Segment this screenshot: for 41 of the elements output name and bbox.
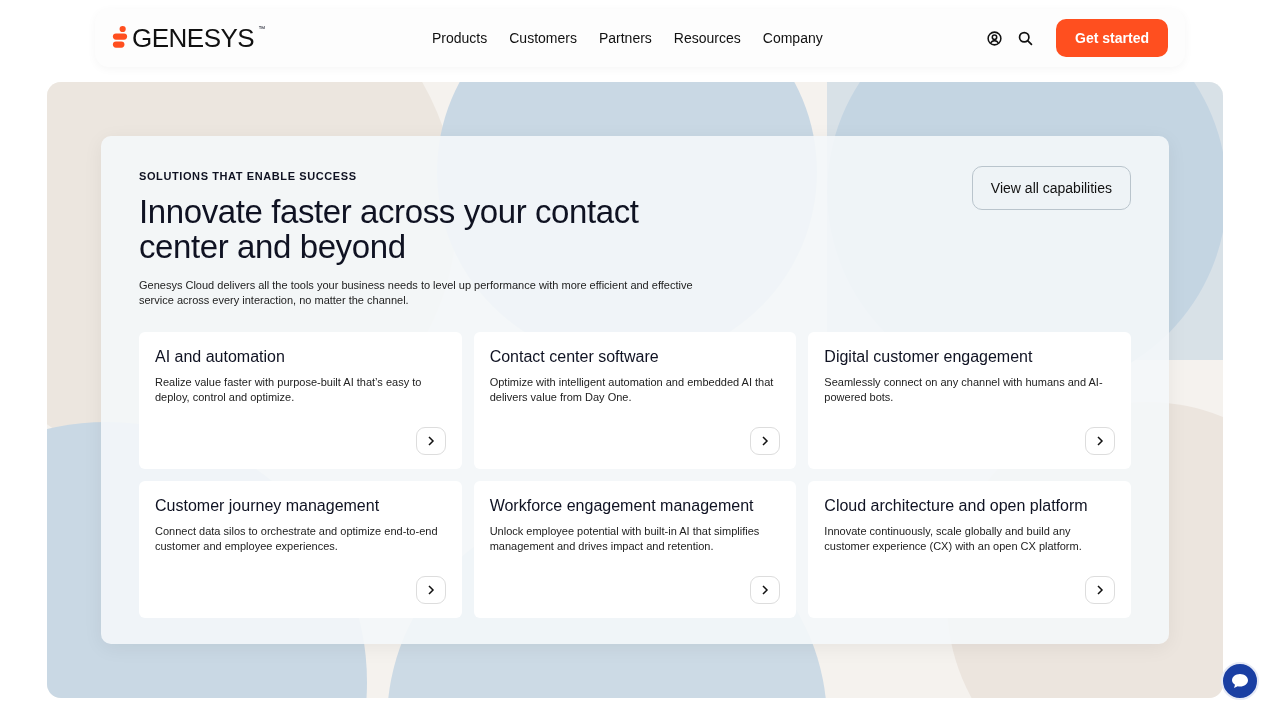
section-title: Innovate faster across your contact center and beyond <box>139 194 640 264</box>
chat-bubble-icon <box>1230 671 1250 691</box>
nav-link[interactable]: Resources <box>673 30 741 46</box>
arrow-button[interactable] <box>1085 576 1115 604</box>
chat-button[interactable] <box>1221 662 1259 700</box>
logo-icon <box>112 25 128 49</box>
card-description: Realize value faster with purpose-built AI that’s easy to deploy, control and optimize. <box>155 375 423 405</box>
card-title: Contact center software <box>489 348 660 366</box>
card-description: Seamlessly connect on any channel with humans and AI-powered bots. <box>824 375 1104 405</box>
nav-link[interactable]: Company <box>762 30 823 46</box>
arrow-button[interactable] <box>750 576 781 604</box>
arrow-button[interactable] <box>415 576 446 604</box>
solution-card[interactable]: Workforce engagement management Unlock employee potential with built-in AI that simplifies management and drives impact and retention. <box>473 481 797 618</box>
card-description: Unlock employee potential with built-in AI that simplifies management and drives impact and retention. <box>489 524 761 554</box>
solution-card[interactable]: Digital customer engagement Seamlessly connect on any channel with humans and AI-powered bots. <box>808 332 1131 469</box>
solution-card[interactable]: Customer journey management Connect data silos to orchestrate and optimize end-to-end customer and employee experiences. <box>139 481 462 618</box>
card-title: Workforce engagement management <box>489 497 755 515</box>
logo-text: GENESYS <box>132 25 255 51</box>
card-title: Digital customer engagement <box>824 348 1034 366</box>
solution-card[interactable]: AI and automation Realize value faster with purpose-built AI that’s easy to deploy, control and optimize. <box>139 332 462 469</box>
arrow-button[interactable] <box>750 427 781 455</box>
card-title: Customer journey management <box>155 497 381 515</box>
nav-link[interactable]: Partners <box>598 30 652 46</box>
search-icon[interactable] <box>1017 29 1035 47</box>
nav-link[interactable]: Products <box>432 30 488 46</box>
nav-link[interactable]: Customers <box>509 30 577 46</box>
view-all-capabilities-button[interactable]: View all capabilities <box>971 166 1131 210</box>
section-description: Genesys Cloud delivers all the tools your business needs to level up performance with more efficient and effective service across every interaction, no matter the channel. <box>139 278 694 308</box>
card-description: Optimize with intelligent automation and embedded AI that delivers value from Day One. <box>489 375 775 405</box>
chevron-right-icon <box>1094 435 1106 447</box>
account-icon[interactable] <box>986 29 1004 47</box>
card-title: AI and automation <box>155 348 286 366</box>
card-title: Cloud architecture and open platform <box>824 497 1089 515</box>
arrow-button[interactable] <box>415 427 446 455</box>
chevron-right-icon <box>1094 584 1106 596</box>
solution-card[interactable]: Cloud architecture and open platform Innovate continuously, scale globally and build any customer experience (CX) with an open CX platform. <box>808 481 1131 618</box>
card-description: Connect data silos to orchestrate and optimize end-to-end customer and employee experiences. <box>155 524 439 554</box>
arrow-button[interactable] <box>1085 427 1115 455</box>
eyebrow-text: SOLUTIONS THAT ENABLE SUCCESS <box>139 170 358 182</box>
solution-card[interactable]: Contact center software Optimize with intelligent automation and embedded AI that delivers value from Day One. <box>473 332 797 469</box>
card-description: Innovate continuously, scale globally and build any customer experience (CX) with an open CX platform. <box>824 524 1083 554</box>
